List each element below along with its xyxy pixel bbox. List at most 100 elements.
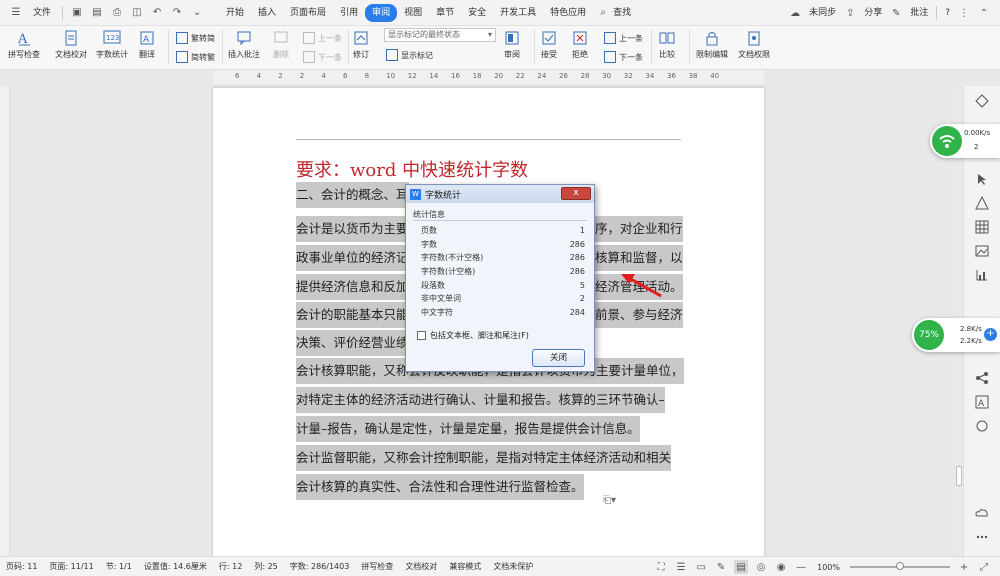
status-row[interactable]: 行: 12	[213, 561, 248, 572]
doc-line[interactable]: 会计监督职能，又称会计控制职能，是指对特定主体经济活动和相关	[296, 445, 672, 471]
to-traditional-button[interactable]: 繁转简	[176, 31, 215, 45]
dialog-close-button[interactable]: x	[561, 187, 591, 200]
zoom-in-icon[interactable]: +	[957, 560, 971, 574]
doc-line[interactable]: 对特定主体的经济活动进行确认、计量和报告。核算的三环节确认–	[296, 387, 665, 413]
doc-line[interactable]: 提供经济信息和反加	[296, 274, 409, 300]
fit-icon[interactable]: ⤢	[977, 560, 991, 574]
export-pdf-icon[interactable]: ▤	[90, 6, 104, 20]
doc-line-right[interactable]: 序，对企业和行	[595, 216, 683, 242]
review-pane-button[interactable]: 审阅	[503, 29, 521, 60]
status-setting[interactable]: 设置值: 14.6厘米	[138, 561, 213, 572]
prev-change-button[interactable]: 上一条	[604, 31, 643, 45]
scroll-thumb[interactable]	[956, 466, 962, 486]
doc-permission-button[interactable]: 文档权限	[738, 29, 770, 60]
protect-eye-icon[interactable]: ◉	[774, 560, 788, 574]
status-col[interactable]: 列: 25	[248, 561, 283, 572]
shape-icon[interactable]	[975, 196, 989, 210]
plus-icon[interactable]: +	[984, 328, 997, 341]
network-widget[interactable]: 0.00K/s 2	[930, 124, 1000, 158]
delete-comment-button[interactable]: 删除	[272, 29, 290, 60]
read-mode-icon[interactable]: ▭	[694, 560, 708, 574]
sync-status[interactable]: 未同步	[805, 4, 840, 22]
zoom-slider[interactable]	[850, 562, 950, 570]
chart-icon[interactable]	[975, 268, 989, 282]
markup-select[interactable]: 显示标记的最终状态 ▾	[384, 28, 496, 42]
spell-check-button[interactable]: A 拼写检查	[8, 29, 40, 60]
accept-button[interactable]: 接受	[540, 29, 558, 60]
help-button[interactable]: ?	[941, 4, 954, 22]
to-simplified-button[interactable]: 简转繁	[176, 50, 215, 64]
preview-icon[interactable]: ◫	[130, 6, 144, 20]
word-count-button[interactable]: 123 字数统计	[96, 29, 128, 60]
reject-button[interactable]: 拒绝	[571, 29, 589, 60]
pen-icon[interactable]: ✎	[714, 560, 728, 574]
status-words[interactable]: 字数: 286/1403	[284, 561, 356, 572]
next-change-button[interactable]: 下一条	[604, 50, 643, 64]
zoom-out-icon[interactable]: —	[794, 560, 808, 574]
web-view-icon[interactable]: ◎	[754, 560, 768, 574]
comment-button[interactable]: 批注	[906, 4, 932, 22]
vertical-ruler[interactable]	[0, 86, 10, 556]
tab-insert[interactable]: 插入	[251, 4, 283, 22]
checkbox[interactable]	[417, 331, 426, 340]
menu-icon[interactable]: ☰	[9, 6, 23, 20]
cloud-icon[interactable]	[975, 506, 989, 520]
share-button[interactable]: 分享	[860, 4, 886, 22]
tab-layout[interactable]: 页面布局	[283, 4, 333, 22]
insert-comment-button[interactable]: 插入批注	[228, 29, 260, 60]
translate-icon[interactable]: A	[975, 395, 989, 409]
doc-line[interactable]: 会计的职能基本只能	[296, 302, 409, 328]
next-comment-button[interactable]: 下一条	[303, 50, 342, 64]
file-menu[interactable]: 文件	[26, 4, 58, 22]
include-textbox-checkbox[interactable]: 包括文本框、脚注和尾注(F)	[417, 330, 529, 341]
translate-button[interactable]: A 翻译	[138, 29, 156, 60]
tab-start[interactable]: 开始	[219, 4, 251, 22]
image-icon[interactable]	[975, 244, 989, 258]
tab-security[interactable]: 安全	[461, 4, 493, 22]
status-unprotected[interactable]: 文档未保护	[487, 561, 539, 572]
more-icon[interactable]: ⋮	[957, 6, 971, 20]
chevron-down-icon[interactable]: ⌄	[190, 6, 204, 20]
share-icon[interactable]	[975, 371, 989, 385]
table-icon[interactable]	[975, 220, 989, 234]
tab-review[interactable]: 审阅	[365, 3, 398, 22]
redo-icon[interactable]: ↷	[170, 6, 184, 20]
tab-features[interactable]: 特色应用	[543, 4, 593, 22]
status-proof[interactable]: 文档校对	[399, 561, 443, 572]
show-markup-button[interactable]: 显示标记	[386, 48, 433, 62]
tool-icon[interactable]	[975, 419, 989, 433]
doc-line[interactable]: 会计核算的真实性、合法性和合理性进行监督检查。	[296, 474, 584, 500]
tab-chapter[interactable]: 章节	[429, 4, 461, 22]
tab-developer[interactable]: 开发工具	[493, 4, 543, 22]
doc-line[interactable]: 会计是以货币为主要	[296, 216, 409, 242]
page-view-icon[interactable]: ▤	[734, 560, 749, 574]
doc-line[interactable]: 二、会计的概念、耳	[296, 182, 409, 208]
status-section[interactable]: 节: 1/1	[100, 561, 138, 572]
horizontal-ruler[interactable]: 6 4 2 2 4 6 8 10 12 14 16 18 20 22 24 26 28 30 32 34 36 38 40	[213, 70, 764, 86]
save-icon[interactable]: ▣	[70, 6, 84, 20]
collapse-icon[interactable]: ⌃	[977, 6, 991, 20]
speed-widget[interactable]: 75% 2.8K/s 2.2K/s +	[912, 318, 1000, 352]
fullscreen-icon[interactable]: ⛶	[654, 560, 668, 574]
tab-view[interactable]: 视图	[397, 4, 429, 22]
zoom-level[interactable]: 100%	[811, 563, 846, 572]
search-icon[interactable]: ⌕	[596, 6, 610, 20]
search-button[interactable]: 查找	[613, 4, 638, 22]
status-page-code[interactable]: 页码: 11	[0, 561, 43, 572]
status-spell[interactable]: 拼写检查	[355, 561, 399, 572]
doc-line[interactable]: 决策、评价经营业绩	[296, 330, 409, 356]
doc-line[interactable]: 计量–报告，确认是定性，计量是定量，报告是提供会计信息。	[296, 416, 640, 442]
undo-icon[interactable]: ↶	[150, 6, 164, 20]
paste-options-icon[interactable]: ⎗▾	[603, 495, 616, 506]
track-changes-button[interactable]: 修订	[352, 29, 370, 60]
prev-comment-button[interactable]: 上一条	[303, 31, 342, 45]
close-button[interactable]: 关闭	[532, 349, 585, 367]
compare-button[interactable]: 比较	[658, 29, 676, 60]
doc-proof-button[interactable]: 文档校对	[55, 29, 87, 60]
style-icon[interactable]	[975, 94, 989, 108]
status-pages[interactable]: 页面: 11/11	[43, 561, 99, 572]
doc-line-right[interactable]: 前景、参与经济	[595, 302, 683, 328]
outline-icon[interactable]: ☰	[674, 560, 688, 574]
zoom-thumb[interactable]	[896, 562, 904, 570]
tab-reference[interactable]: 引用	[333, 4, 365, 22]
